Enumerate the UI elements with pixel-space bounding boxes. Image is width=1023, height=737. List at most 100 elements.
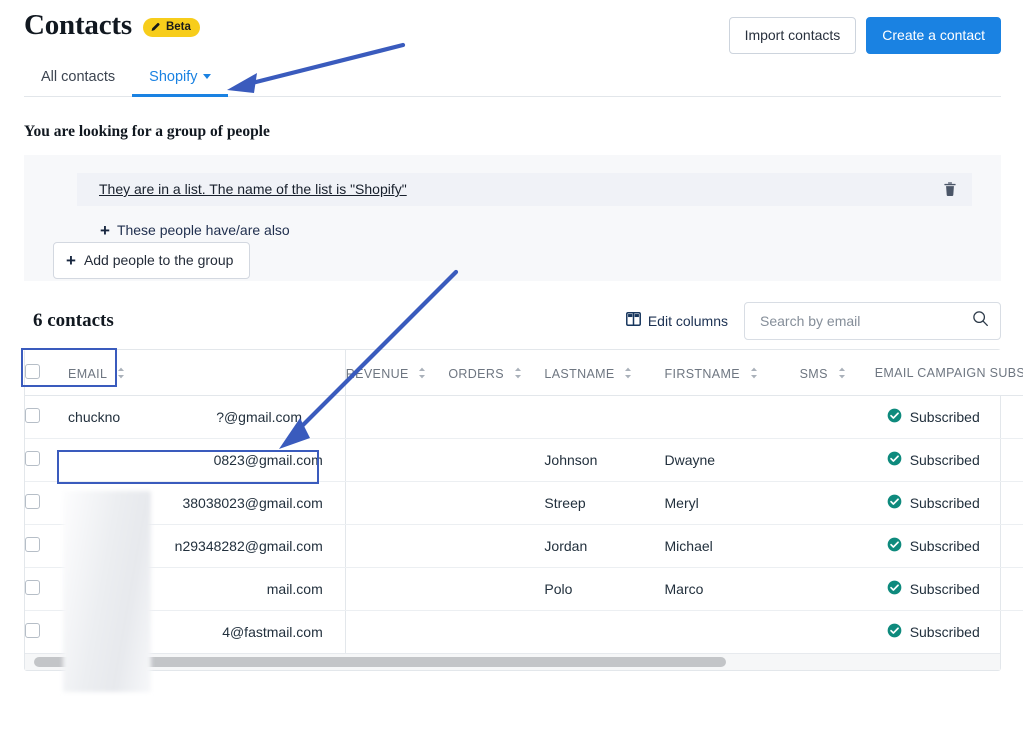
cell-orders [448,525,544,568]
row-select-cell [25,439,68,482]
sort-icon[interactable] [514,367,522,382]
contacts-count: 6 contacts [24,305,123,337]
status-badge: Subscribed [875,623,1023,641]
contacts-table-container: EMAIL REVENUE ORDE [24,349,1001,671]
cell-sms [800,525,875,568]
column-header-revenue[interactable]: REVENUE [345,350,448,396]
email-prefix: chuckno [68,409,120,425]
select-all-checkbox[interactable] [25,364,40,379]
edit-columns-label: Edit columns [648,313,728,330]
tab-all-contacts[interactable]: All contacts [24,69,132,96]
cell-firstname: Marco [665,568,800,611]
cell-firstname: Meryl [665,482,800,525]
cell-subscription: Subscribed [875,525,1023,568]
row-checkbox[interactable] [25,451,40,466]
horizontal-scrollbar[interactable] [25,653,1000,670]
search-icon[interactable] [972,310,989,332]
table-head: EMAIL REVENUE ORDE [25,350,1023,396]
cell-orders [448,611,544,654]
sort-icon[interactable] [838,367,846,382]
row-checkbox[interactable] [25,408,40,423]
cell-revenue [345,396,448,439]
edit-columns-button[interactable]: Edit columns [626,312,728,330]
cell-lastname: Streep [544,482,664,525]
beta-badge-label: Beta [166,21,191,34]
column-header-subscription[interactable]: EMAIL CAMPAIGN SUBSCRIPTION [875,350,1023,396]
sort-icon[interactable] [624,367,632,382]
cell-lastname [544,396,664,439]
table-toolbar: 6 contacts Edit columns [24,299,1001,343]
cell-orders [448,439,544,482]
tabs-bar: All contacts Shopify [24,64,1001,97]
cell-subscription: Subscribed [875,611,1023,654]
column-header-orders-label: ORDERS [448,367,504,381]
table-row[interactable]: 4@fastmail.com Subscribed [25,611,1023,654]
cell-subscription: Subscribed [875,439,1023,482]
cell-firstname [665,396,800,439]
cell-lastname [544,611,664,654]
cell-email[interactable]: 0823@gmail.com [68,439,345,482]
cell-email[interactable]: mail.com [68,568,345,611]
status-badge: Subscribed [875,494,1023,512]
add-people-to-group-button[interactable]: + Add people to the group [53,242,250,279]
cell-email[interactable]: n29348282@gmail.com [68,525,345,568]
cell-email[interactable]: 38038023@gmail.com [68,482,345,525]
column-header-lastname-label: LASTNAME [544,367,614,381]
column-header-lastname[interactable]: LASTNAME [544,350,664,396]
status-label: Subscribed [910,409,980,425]
cell-lastname: Johnson [544,439,664,482]
row-checkbox[interactable] [25,580,40,595]
row-select-cell [25,482,68,525]
email-suffix: n29348282@gmail.com [175,538,323,554]
create-contact-button[interactable]: Create a contact [866,17,1001,54]
column-header-firstname[interactable]: FIRSTNAME [665,350,800,396]
sort-icon[interactable] [117,367,125,382]
cell-sms [800,611,875,654]
scrollbar-thumb[interactable] [34,657,726,667]
import-contacts-button[interactable]: Import contacts [729,17,857,54]
row-checkbox[interactable] [25,494,40,509]
check-circle-icon [887,451,902,469]
email-suffix: 38038023@gmail.com [182,495,322,511]
add-condition-label: These people have/are also [117,222,290,239]
filter-condition-text[interactable]: They are in a list. The name of the list… [99,181,407,198]
add-condition-button[interactable]: + These people have/are also [100,222,290,239]
tab-shopify[interactable]: Shopify [132,69,227,96]
plus-icon: + [100,222,110,239]
cell-revenue [345,482,448,525]
status-badge: Subscribed [875,580,1023,598]
cell-revenue [345,525,448,568]
page-header: Contacts Beta Import contacts Create a c… [0,0,1023,52]
plus-icon: + [66,252,76,269]
cell-email[interactable]: chuckno?@gmail.com [68,396,345,439]
column-header-orders[interactable]: ORDERS [448,350,544,396]
search-box[interactable] [744,302,1001,340]
cell-sms [800,568,875,611]
column-header-email[interactable]: EMAIL [68,350,345,396]
cell-sms [800,396,875,439]
sort-icon[interactable] [750,367,758,382]
cell-email[interactable]: 4@fastmail.com [68,611,345,654]
cell-orders [448,482,544,525]
column-header-sms[interactable]: SMS [800,350,875,396]
row-checkbox[interactable] [25,623,40,638]
cell-firstname [665,611,800,654]
filter-condition-row[interactable]: They are in a list. The name of the list… [77,173,972,206]
table-row[interactable]: mail.comPoloMarcoSubscribed [25,568,1023,611]
filter-heading: You are looking for a group of people [24,123,1023,141]
email-suffix: 4@fastmail.com [222,624,323,640]
sort-icon[interactable] [418,367,426,382]
row-checkbox[interactable] [25,537,40,552]
status-badge: Subscribed [875,451,1023,469]
table-row[interactable]: n29348282@gmail.comJordanMichaelSubscrib… [25,525,1023,568]
search-input[interactable] [758,312,967,330]
table-row[interactable]: 0823@gmail.comJohnsonDwayneSubscribed [25,439,1023,482]
toolbar-right: Edit columns [626,302,1001,340]
cell-revenue [345,568,448,611]
cell-revenue [345,611,448,654]
table-row[interactable]: 38038023@gmail.com StreepMeryl Subscribed [25,482,1023,525]
column-header-revenue-label: REVENUE [346,367,409,381]
trash-icon[interactable] [942,181,958,198]
table-row[interactable]: chuckno?@gmail.com Subscribed [25,396,1023,439]
row-select-cell [25,525,68,568]
